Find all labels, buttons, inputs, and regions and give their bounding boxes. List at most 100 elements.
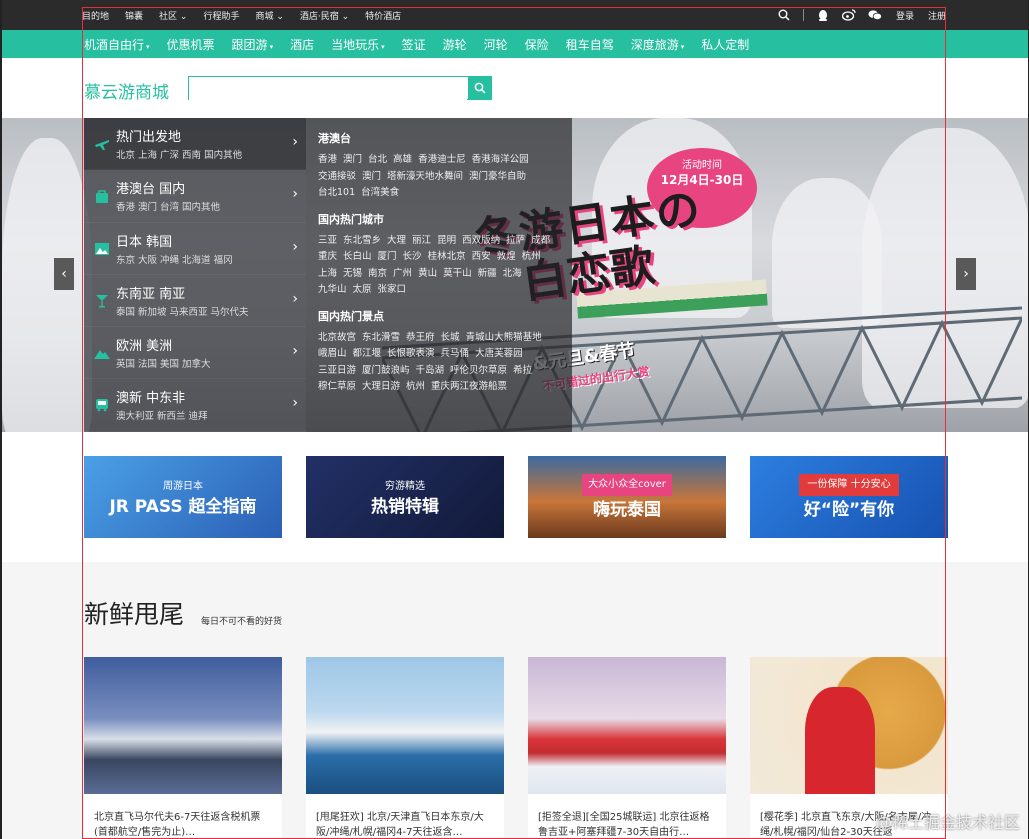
- subpanel-link[interactable]: 兵马俑: [441, 348, 470, 359]
- top-link[interactable]: 目的地: [82, 9, 109, 22]
- weibo-icon[interactable]: [841, 8, 856, 22]
- subpanel-link[interactable]: 南京: [368, 268, 387, 279]
- subpanel-link[interactable]: 长白山: [343, 251, 372, 262]
- subpanel-link[interactable]: 希拉: [513, 365, 532, 376]
- subpanel-link[interactable]: 莫干山: [443, 268, 472, 279]
- top-link[interactable]: 锦囊: [125, 9, 143, 22]
- nav-item[interactable]: 游轮: [443, 36, 467, 53]
- subpanel-link[interactable]: 青城山大熊猫基地: [466, 332, 542, 343]
- subpanel-link[interactable]: 新疆: [478, 268, 497, 279]
- category-item[interactable]: 热门出发地 北京 上海 广深 西南 国内其他 ›: [84, 118, 306, 171]
- nav-item[interactable]: 河轮: [484, 36, 508, 53]
- subpanel-link[interactable]: 厦门鼓浪屿: [362, 365, 410, 376]
- nav-item[interactable]: 深度旅游 ▾: [631, 36, 685, 53]
- subpanel-link[interactable]: 张家口: [378, 284, 407, 295]
- search-input[interactable]: [189, 78, 467, 100]
- subpanel-link[interactable]: 三亚: [318, 235, 337, 246]
- category-item[interactable]: 日本 韩国 东京 大阪 冲绳 北海道 福冈 ›: [84, 223, 306, 275]
- subpanel-link[interactable]: 东北雪乡: [343, 235, 381, 246]
- subpanel-link[interactable]: 广州: [393, 268, 412, 279]
- subpanel-link[interactable]: 台湾美食: [361, 187, 399, 198]
- category-item[interactable]: 欧洲 美洲 英国 法国 美国 加拿大 ›: [84, 327, 306, 380]
- subpanel-link[interactable]: 九华山: [318, 284, 347, 295]
- nav-item[interactable]: 跟团游 ▾: [232, 36, 274, 53]
- top-link[interactable]: 特价酒店: [365, 9, 401, 22]
- subpanel-link[interactable]: 重庆两江夜游船票: [431, 381, 507, 392]
- subpanel-link[interactable]: 重庆: [318, 251, 337, 262]
- site-logo[interactable]: 慕云游商城: [84, 78, 169, 103]
- product-card[interactable]: [拒签全退][全国25城联运] 北京往返格鲁吉亚+阿塞拜疆7-30天自由行…: [528, 657, 726, 839]
- subpanel-link[interactable]: 穆仁草原: [318, 381, 356, 392]
- subpanel-link[interactable]: 塔新濠天地水舞间: [387, 171, 463, 182]
- subpanel-link[interactable]: 台北101: [318, 187, 355, 198]
- nav-item[interactable]: 保险: [525, 36, 549, 53]
- hero-banner[interactable]: 活动时间 12月4日-30日 冬游日本の 白恋歌 &元旦&春节 不可错过的出行大…: [2, 118, 1028, 432]
- search-button[interactable]: [468, 76, 492, 100]
- subpanel-link[interactable]: 峨眉山: [318, 348, 347, 359]
- promo-card-jrpass[interactable]: 周游日本 JR PASS 超全指南: [84, 456, 282, 538]
- register-link[interactable]: 注册: [928, 9, 946, 22]
- subpanel-link[interactable]: 西安: [472, 251, 491, 262]
- subpanel-link[interactable]: 北海: [503, 268, 522, 279]
- subpanel-link[interactable]: 昆明: [437, 235, 456, 246]
- search-icon[interactable]: [777, 8, 791, 22]
- banner-prev-button[interactable]: ‹: [54, 258, 74, 290]
- nav-item[interactable]: 机酒自由行 ▾: [84, 36, 150, 53]
- product-card[interactable]: 北京直飞马尔代夫6-7天往返含税机票(首都航空/售完为止)…: [84, 657, 282, 839]
- subpanel-link[interactable]: 黄山: [418, 268, 437, 279]
- subpanel-link[interactable]: 千岛湖: [416, 365, 445, 376]
- subpanel-link[interactable]: 成都: [531, 235, 550, 246]
- subpanel-link[interactable]: 杭州: [406, 381, 425, 392]
- subpanel-link[interactable]: 长沙: [403, 251, 422, 262]
- top-link[interactable]: 酒店·民宿 ⌄: [300, 9, 349, 22]
- top-link[interactable]: 商城 ⌄: [255, 9, 283, 22]
- subpanel-link[interactable]: 上海: [318, 268, 337, 279]
- nav-item[interactable]: 当地玩乐 ▾: [331, 36, 385, 53]
- nav-item[interactable]: 优惠机票: [167, 36, 215, 53]
- subpanel-link[interactable]: 厦门: [378, 251, 397, 262]
- subpanel-link[interactable]: 长恨歌表演: [387, 348, 435, 359]
- subpanel-link[interactable]: 杭州: [522, 251, 541, 262]
- subpanel-link[interactable]: 长城: [441, 332, 460, 343]
- category-item[interactable]: 东南亚 南亚 泰国 新加坡 马来西亚 马尔代夫 ›: [84, 275, 306, 328]
- subpanel-link[interactable]: 三亚日游: [318, 365, 356, 376]
- login-link[interactable]: 登录: [896, 9, 914, 22]
- wechat-icon[interactable]: [868, 8, 882, 22]
- subpanel-link[interactable]: 澳门豪华自助: [469, 171, 526, 182]
- nav-item[interactable]: 租车自驾: [566, 36, 614, 53]
- top-link[interactable]: 社区 ⌄: [159, 9, 187, 22]
- promo-card-thailand[interactable]: 大众小众全cover 嗨玩泰国: [528, 456, 726, 538]
- category-item[interactable]: 澳新 中东非 澳大利亚 新西兰 迪拜 ›: [84, 379, 306, 432]
- subpanel-link[interactable]: 大唐芙蓉园: [475, 348, 523, 359]
- subpanel-link[interactable]: 都江堰: [353, 348, 382, 359]
- subpanel-link[interactable]: 香港: [318, 154, 337, 165]
- subpanel-link[interactable]: 高雄: [393, 154, 412, 165]
- subpanel-link[interactable]: 北京故宫: [318, 332, 356, 343]
- subpanel-link[interactable]: 交通接驳: [318, 171, 356, 182]
- nav-item[interactable]: 私人定制: [701, 36, 749, 53]
- subpanel-link[interactable]: 恭王府: [406, 332, 435, 343]
- product-card[interactable]: [甩尾狂欢] 北京/天津直飞日本东京/大阪/冲绳/札幌/福冈4-7天往返含…: [306, 657, 504, 839]
- subpanel-link[interactable]: 东北滑雪: [362, 332, 400, 343]
- qq-icon[interactable]: [816, 8, 830, 22]
- subpanel-link[interactable]: 丽江: [412, 235, 431, 246]
- banner-next-button[interactable]: ›: [956, 258, 976, 290]
- subpanel-link[interactable]: 拉萨: [506, 235, 525, 246]
- promo-card-insurance[interactable]: 一份保障 十分安心 好“险”有你: [750, 456, 948, 538]
- subpanel-link[interactable]: 桂林北京: [428, 251, 466, 262]
- subpanel-link[interactable]: 大理日游: [362, 381, 400, 392]
- subpanel-link[interactable]: 澳门: [362, 171, 381, 182]
- subpanel-link[interactable]: 西双版纳: [462, 235, 500, 246]
- subpanel-link[interactable]: 大理: [387, 235, 406, 246]
- subpanel-link[interactable]: 台北: [368, 154, 387, 165]
- subpanel-link[interactable]: 香港迪士尼: [418, 154, 466, 165]
- category-item[interactable]: 港澳台 国内 香港 澳门 台湾 国内其他 ›: [84, 170, 306, 223]
- subpanel-link[interactable]: 呼伦贝尔草原: [450, 365, 507, 376]
- promo-card-selected[interactable]: 穷游精选 热销特辑: [306, 456, 504, 538]
- top-link[interactable]: 行程助手: [203, 9, 239, 22]
- subpanel-link[interactable]: 无锡: [343, 268, 362, 279]
- nav-item[interactable]: 签证: [402, 36, 426, 53]
- nav-item[interactable]: 酒店: [290, 36, 314, 53]
- subpanel-link[interactable]: 敦煌: [497, 251, 516, 262]
- subpanel-link[interactable]: 澳门: [343, 154, 362, 165]
